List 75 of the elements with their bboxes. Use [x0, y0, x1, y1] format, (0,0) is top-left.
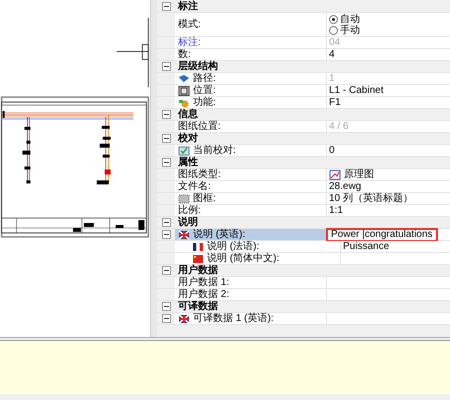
collapse-icon[interactable]	[162, 158, 170, 167]
checklist-icon	[178, 146, 190, 156]
property-label: 标注:	[178, 37, 201, 48]
property-value: Puissance	[343, 241, 390, 252]
property-label: 数:	[178, 49, 191, 60]
property-row[interactable]: 图框: 10 列（英语标题）	[157, 193, 450, 205]
property-row[interactable]: 功能: F1	[157, 97, 450, 109]
property-label: 图框:	[193, 193, 216, 204]
property-label: 模式:	[178, 19, 201, 30]
collapse-icon[interactable]	[162, 62, 170, 71]
frame-icon	[178, 194, 190, 204]
property-value: 1:1	[329, 205, 343, 216]
book-icon	[178, 74, 190, 84]
property-row[interactable]: 说明 (法语): Puissance	[157, 241, 450, 253]
property-row[interactable]: 说明 (英语): Power |congratulations	[157, 229, 450, 241]
property-label: 说明 (英语):	[193, 229, 246, 240]
property-row[interactable]: 文件名: 28.ewg	[157, 181, 450, 193]
property-label: 位置:	[193, 85, 216, 96]
flag-icon	[178, 314, 190, 324]
collapse-icon[interactable]	[162, 134, 170, 143]
property-row[interactable]: 模式: 自动 手动	[157, 13, 450, 37]
description-field[interactable]: Power |congratulations	[326, 228, 438, 242]
collapse-icon[interactable]	[162, 314, 170, 323]
property-label: 说明 (法语):	[207, 241, 260, 252]
property-value: L1 - Cabinet	[329, 85, 384, 96]
collapse-icon[interactable]	[162, 266, 170, 275]
group-title: 用户数据	[177, 265, 218, 276]
mode-radio[interactable]: 自动	[329, 14, 360, 24]
flag-icon	[178, 230, 190, 240]
property-value: 0	[329, 145, 335, 156]
property-row[interactable]: 图纸类型: 原理图	[157, 169, 450, 181]
property-value: 4 / 6	[329, 121, 348, 132]
group-title: 说明	[176, 217, 198, 228]
property-label: 文件名:	[178, 181, 211, 192]
property-label: 当前校对:	[193, 145, 236, 156]
mode-radio[interactable]: 手动	[329, 24, 360, 36]
property-value: 原理图	[344, 169, 374, 180]
property-row[interactable]: 说明 (简体中文):	[157, 253, 450, 265]
flag-icon	[192, 254, 204, 264]
diagram-icon	[329, 170, 341, 180]
property-value: 04	[329, 37, 340, 48]
property-label: 图纸位置:	[178, 121, 221, 132]
property-value: 1	[329, 73, 335, 84]
group-title: 校对	[176, 133, 198, 144]
property-label: 图纸类型:	[178, 169, 221, 180]
property-value: 10 列（英语标题）	[329, 193, 413, 204]
property-row[interactable]: 当前校对: 0	[157, 145, 450, 157]
property-label: 功能:	[193, 97, 216, 108]
group-title: 可译数据	[177, 301, 218, 312]
flag-icon	[192, 242, 204, 252]
property-row[interactable]: 位置: L1 - Cabinet	[157, 85, 450, 97]
group-title: 层级结构	[177, 61, 218, 72]
scrollbar[interactable]	[150, 0, 157, 337]
property-value: 4	[329, 49, 335, 60]
property-row[interactable]: 用户数据 2:	[157, 289, 450, 301]
collapse-icon[interactable]	[162, 230, 170, 239]
property-label: 比例:	[178, 205, 201, 216]
collapse-icon[interactable]	[162, 2, 170, 11]
property-label: 用户数据 2:	[178, 289, 230, 300]
property-row[interactable]: 数: 4	[157, 49, 450, 61]
property-value: F1	[329, 97, 341, 108]
property-label: 说明 (简体中文):	[207, 253, 280, 264]
group-title: 信息	[176, 109, 198, 120]
property-row[interactable]: 用户数据 1:	[157, 277, 450, 289]
property-value: 28.ewg	[329, 181, 362, 192]
collapse-icon[interactable]	[162, 302, 170, 311]
property-row[interactable]: 比例: 1:1	[157, 205, 450, 217]
collapse-icon[interactable]	[162, 218, 170, 227]
property-row[interactable]: 可译数据 1 (英语):	[157, 313, 450, 325]
group-title: 属性	[177, 157, 198, 168]
property-label: 可译数据 1 (英语):	[193, 313, 274, 324]
property-label: 路径:	[193, 73, 216, 84]
group-title: 标注	[176, 1, 198, 12]
collapse-icon[interactable]	[162, 110, 170, 119]
property-label: 用户数据 1:	[178, 277, 230, 288]
